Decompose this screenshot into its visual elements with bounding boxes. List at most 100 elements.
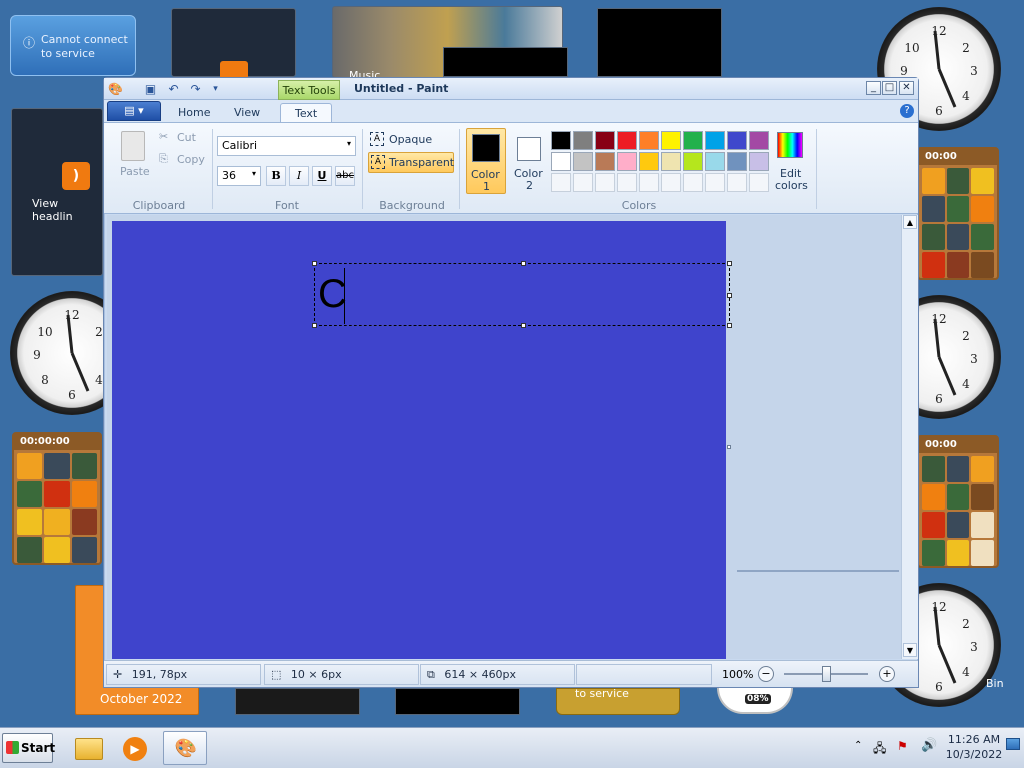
tab-text[interactable]: Text	[280, 103, 333, 122]
start-label: Start	[21, 741, 56, 755]
palette-swatch[interactable]	[683, 152, 703, 171]
volume-icon[interactable]: 🔊	[921, 738, 937, 753]
svg-text:2: 2	[95, 325, 103, 339]
palette-swatch-empty[interactable]	[683, 173, 703, 192]
qat-dropdown-icon[interactable]: ▾	[207, 81, 224, 97]
zoom-slider-track[interactable]	[784, 666, 868, 682]
underline-button[interactable]: U	[312, 166, 332, 186]
minimize-button[interactable]: _	[866, 81, 881, 95]
resize-handle[interactable]	[521, 261, 526, 266]
palette-swatch-empty[interactable]	[661, 173, 681, 192]
palette-swatch[interactable]	[639, 152, 659, 171]
zoom-slider-thumb[interactable]	[822, 666, 831, 682]
palette-swatch[interactable]	[551, 152, 571, 171]
palette-swatch[interactable]	[639, 131, 659, 150]
view-headlines-button[interactable]: View headlin	[32, 197, 102, 223]
scroll-up-icon[interactable]: ▲	[903, 215, 917, 229]
tab-view[interactable]: View	[220, 103, 274, 122]
palette-swatch[interactable]	[551, 131, 571, 150]
strikethrough-button[interactable]: abc	[335, 166, 355, 186]
paste-label: Paste	[120, 165, 150, 178]
zoom-out-button[interactable]: −	[758, 666, 774, 682]
image-size: ⧉ 614 × 460px	[420, 664, 575, 685]
separator	[816, 129, 817, 209]
image-size-icon: ⧉	[427, 668, 435, 681]
palette-swatch[interactable]	[617, 152, 637, 171]
close-button[interactable]: ✕	[899, 81, 914, 95]
taskbar-media-player[interactable]: ▶	[112, 731, 156, 765]
opaque-button[interactable]: A Opaque	[368, 131, 454, 150]
resize-handle[interactable]	[727, 261, 732, 266]
palette-swatch-empty[interactable]	[727, 173, 747, 192]
color2-button[interactable]: Color 2	[508, 128, 548, 194]
network-icon[interactable]: 🖧	[873, 739, 886, 760]
palette-swatch[interactable]	[683, 131, 703, 150]
palette-swatch-empty[interactable]	[705, 173, 725, 192]
palette-swatch[interactable]	[749, 152, 769, 171]
palette-swatch[interactable]	[573, 131, 593, 150]
edit-colors-button[interactable]: Edit colors	[772, 129, 808, 195]
text-tools-context-tab: Text Tools	[278, 80, 340, 100]
show-desktop-button[interactable]	[1006, 738, 1020, 750]
palette-swatch[interactable]	[595, 131, 615, 150]
tab-home[interactable]: Home	[164, 103, 224, 122]
taskbar-clock[interactable]: 11:26 AM 10/3/2022	[944, 732, 1004, 762]
svg-text:4: 4	[962, 89, 970, 103]
undo-icon[interactable]: ↶	[165, 81, 182, 97]
paint-app-icon[interactable]: 🎨	[107, 81, 124, 97]
action-center-icon[interactable]: ⚑	[897, 739, 908, 753]
taskbar-explorer[interactable]	[66, 731, 110, 765]
palette-swatch[interactable]	[705, 152, 725, 171]
scroll-down-icon[interactable]: ▼	[903, 643, 917, 657]
paste-button[interactable]: Paste	[114, 129, 152, 181]
redo-icon[interactable]: ↷	[187, 81, 204, 97]
palette-swatch-empty[interactable]	[595, 173, 615, 192]
start-button[interactable]: Start	[2, 733, 56, 763]
resize-handle[interactable]	[727, 323, 732, 328]
palette-swatch[interactable]	[727, 131, 747, 150]
palette-swatch[interactable]	[573, 152, 593, 171]
transparent-button[interactable]: A Transparent	[368, 152, 454, 173]
palette-swatch-empty[interactable]	[749, 173, 769, 192]
text-box[interactable]: C	[312, 261, 732, 328]
resize-handle[interactable]	[312, 323, 317, 328]
palette-swatch[interactable]	[617, 131, 637, 150]
zoom-in-button[interactable]: +	[879, 666, 895, 682]
feed-gadget: ) View headlin	[11, 108, 103, 276]
copy-icon: ⎘	[159, 152, 168, 165]
font-family-select[interactable]: Calibri ▾	[217, 136, 356, 156]
palette-swatch-empty[interactable]	[551, 173, 571, 192]
palette-swatch[interactable]	[727, 152, 747, 171]
bold-button[interactable]: B	[266, 166, 286, 186]
help-icon[interactable]: ?	[900, 104, 914, 118]
resize-handle[interactable]	[312, 261, 317, 266]
paint-menu-button[interactable]: ▤ ▾	[107, 101, 161, 121]
media-player-icon: ▶	[123, 737, 147, 761]
svg-text:4: 4	[95, 373, 103, 387]
palette-swatch[interactable]	[661, 152, 681, 171]
palette-swatch[interactable]	[749, 131, 769, 150]
resize-handle[interactable]	[727, 293, 732, 298]
font-size-select[interactable]: 36 ▾	[217, 166, 261, 186]
canvas-resize-handle[interactable]	[727, 445, 731, 449]
taskbar-paint[interactable]: 🎨	[163, 731, 207, 765]
folder-icon	[75, 738, 103, 760]
color1-button[interactable]: Color 1	[466, 128, 506, 194]
cut-button[interactable]: Cut	[177, 131, 196, 144]
resize-handle[interactable]	[521, 323, 526, 328]
copy-button[interactable]: Copy	[177, 153, 205, 166]
palette-swatch[interactable]	[705, 131, 725, 150]
palette-swatch[interactable]	[595, 152, 615, 171]
save-icon[interactable]: ▣	[142, 81, 159, 97]
italic-button[interactable]: I	[289, 166, 309, 186]
maximize-button[interactable]: □	[882, 81, 897, 95]
palette-swatch-empty[interactable]	[617, 173, 637, 192]
meter-gadget: 08%	[717, 688, 793, 714]
palette-swatch[interactable]	[661, 131, 681, 150]
title-bar[interactable]: 🎨 ▣ ↶ ↷ ▾ Text Tools Untitled - Paint _ …	[104, 78, 918, 100]
palette-swatch-empty[interactable]	[573, 173, 593, 192]
palette-swatch-empty[interactable]	[639, 173, 659, 192]
show-hidden-icons[interactable]: ⌃	[854, 740, 862, 751]
color1-swatch	[472, 134, 500, 162]
vertical-scrollbar[interactable]: ▲ ▼	[901, 215, 918, 659]
